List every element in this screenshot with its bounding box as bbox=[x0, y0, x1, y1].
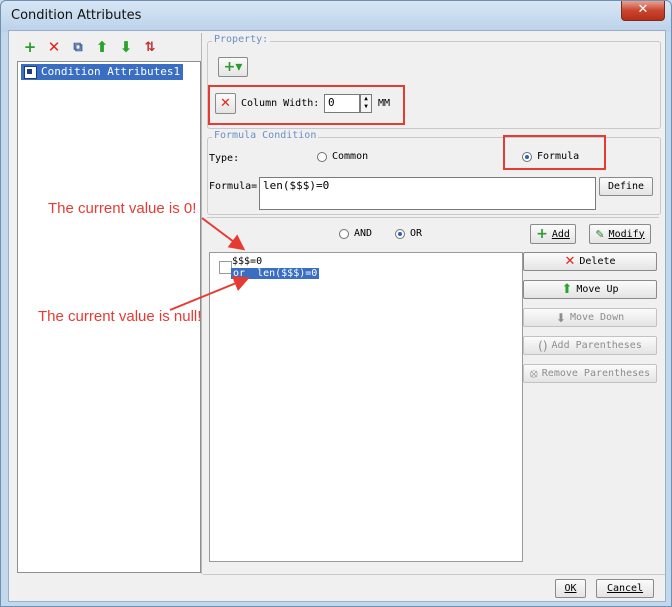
button-label: Add Parentheses bbox=[551, 340, 642, 351]
dialog-window: Condition Attributes ✕ + ✕ ⧉ ⬆ ⬇ ⇅ Condi… bbox=[0, 0, 672, 607]
type-formula-radio[interactable]: Formula bbox=[522, 151, 579, 162]
add-parentheses-button[interactable]: () Add Parentheses bbox=[523, 336, 657, 355]
move-down-icon[interactable]: ⬇ bbox=[117, 38, 135, 56]
formula-input[interactable]: len($$$)=0 bbox=[259, 177, 596, 210]
ok-button[interactable]: OK bbox=[555, 579, 586, 598]
add-condition-button[interactable]: + Add bbox=[530, 224, 576, 244]
tree-item-label: Condition Attributes1 bbox=[41, 65, 181, 78]
button-label: Move Down bbox=[569, 312, 625, 323]
radio-label: OR bbox=[410, 228, 423, 239]
type-label: Type: bbox=[209, 153, 240, 164]
list-item[interactable]: $$$=0 bbox=[232, 256, 262, 267]
modify-condition-button[interactable]: ✎ Modify bbox=[589, 224, 651, 244]
button-label: Modify bbox=[608, 228, 645, 240]
radio-label: Formula bbox=[537, 151, 580, 162]
delete-icon: ✕ bbox=[564, 254, 576, 269]
tree-item[interactable]: Condition Attributes1 bbox=[21, 64, 184, 80]
parentheses-icon: () bbox=[538, 338, 548, 353]
add-property-button[interactable]: +▾ bbox=[218, 57, 248, 77]
left-panel: + ✕ ⧉ ⬆ ⬇ ⇅ Condition Attributes1 bbox=[15, 33, 202, 574]
condition-list[interactable]: $$$=0 or len($$$)=0 bbox=[209, 252, 523, 562]
annotation-first: The current value is 0! bbox=[48, 200, 197, 217]
left-toolbar: + ✕ ⧉ ⬆ ⬇ ⇅ bbox=[21, 37, 159, 57]
formula-label: Formula= bbox=[209, 181, 258, 192]
radio-icon bbox=[317, 151, 327, 162]
annotation-second: The current value is null! bbox=[38, 308, 202, 325]
button-label: Move Up bbox=[576, 284, 619, 295]
property-legend: Property: bbox=[212, 34, 271, 45]
remove-parentheses-button[interactable]: ⦻ Remove Parentheses bbox=[523, 364, 657, 383]
condition-node-icon bbox=[24, 66, 37, 79]
modify-icon: ✎ bbox=[595, 227, 605, 241]
add-icon[interactable]: + bbox=[21, 38, 39, 56]
close-icon: ✕ bbox=[220, 96, 231, 111]
button-label: Remove Parentheses bbox=[541, 368, 651, 379]
arrow-down-icon: ⬇ bbox=[555, 310, 566, 325]
copy-icon[interactable]: ⧉ bbox=[69, 38, 87, 56]
move-up-icon[interactable]: ⬆ bbox=[93, 38, 111, 56]
add-icon: + bbox=[536, 226, 548, 242]
button-label: Delete bbox=[579, 256, 616, 267]
column-width-spinner[interactable]: ▲ ▼ bbox=[360, 94, 372, 113]
remove-column-width-button[interactable]: ✕ bbox=[215, 93, 236, 114]
button-label: Add bbox=[551, 228, 570, 240]
close-icon: ✕ bbox=[637, 2, 649, 17]
window-title: Condition Attributes bbox=[11, 8, 142, 23]
remove-parentheses-icon: ⦻ bbox=[529, 366, 538, 380]
radio-label: AND bbox=[354, 228, 373, 239]
move-up-button[interactable]: ⬆ Move Up bbox=[523, 280, 657, 299]
column-width-input[interactable]: 0 bbox=[324, 94, 360, 113]
radio-label: Common bbox=[332, 151, 369, 162]
button-label: Cancel bbox=[606, 583, 644, 594]
footer-divider bbox=[203, 574, 665, 575]
formula-condition-legend: Formula Condition bbox=[212, 130, 319, 141]
list-item-selected[interactable]: or len($$$)=0 bbox=[231, 268, 320, 279]
cancel-button[interactable]: Cancel bbox=[596, 579, 654, 598]
type-common-radio[interactable]: Common bbox=[317, 151, 368, 162]
sort-icon[interactable]: ⇅ bbox=[141, 38, 159, 56]
logic-or-radio[interactable]: OR bbox=[395, 228, 422, 239]
close-button[interactable]: ✕ bbox=[621, 1, 665, 21]
column-width-label: Column Width: bbox=[241, 98, 320, 109]
button-label: OK bbox=[564, 583, 577, 594]
logic-and-radio[interactable]: AND bbox=[339, 228, 372, 239]
delete-icon[interactable]: ✕ bbox=[45, 38, 63, 56]
radio-icon bbox=[339, 228, 349, 239]
arrow-up-icon: ⬆ bbox=[561, 282, 573, 297]
unit-label: MM bbox=[378, 98, 391, 109]
define-button[interactable]: Define bbox=[599, 177, 653, 196]
radio-selected-icon bbox=[522, 151, 532, 162]
radio-selected-icon bbox=[395, 228, 405, 239]
delete-button[interactable]: ✕ Delete bbox=[523, 252, 657, 271]
move-down-button[interactable]: ⬇ Move Down bbox=[523, 308, 657, 327]
add-dropdown-icon: +▾ bbox=[223, 59, 243, 75]
title-bar[interactable]: Condition Attributes ✕ bbox=[1, 1, 671, 31]
divider bbox=[207, 217, 659, 218]
